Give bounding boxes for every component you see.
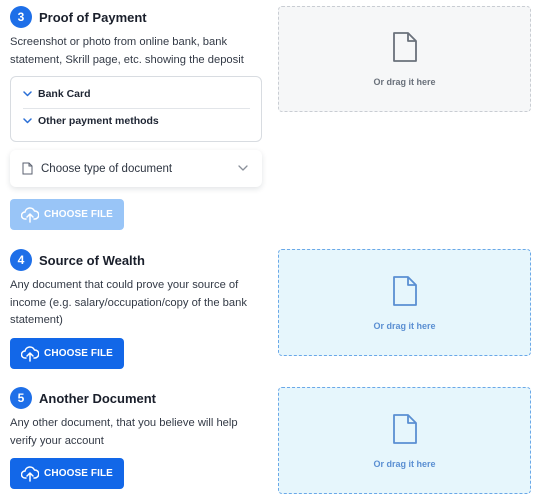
drop-zone-another[interactable]: Or drag it here (278, 387, 531, 494)
button-label: CHOOSE FILE (44, 468, 113, 479)
drop-zone-wealth[interactable]: Or drag it here (278, 249, 531, 356)
drop-zone-label: Or drag it here (373, 458, 436, 469)
step-number-badge: 3 (10, 6, 32, 28)
another-document-header: 5 Another Document (10, 387, 156, 409)
cloud-upload-icon (21, 206, 40, 223)
cloud-upload-icon (21, 465, 40, 482)
payment-methods-list: Bank Card Other payment methods (10, 76, 262, 142)
file-icon (392, 413, 417, 444)
method-other-payment[interactable]: Other payment methods (23, 115, 159, 127)
chevron-down-icon (23, 118, 32, 124)
step-number-badge: 5 (10, 387, 32, 409)
document-icon (22, 162, 33, 175)
button-label: CHOOSE FILE (44, 209, 113, 220)
choose-file-button-wealth[interactable]: CHOOSE FILE (10, 338, 124, 369)
method-label: Other payment methods (38, 115, 159, 127)
proof-of-payment-title: Proof of Payment (39, 9, 147, 25)
source-of-wealth-title: Source of Wealth (39, 252, 145, 268)
chevron-down-icon (23, 91, 32, 97)
method-bank-card[interactable]: Bank Card (23, 88, 91, 100)
select-placeholder: Choose type of document (41, 162, 173, 175)
choose-file-button-proof[interactable]: CHOOSE FILE (10, 199, 124, 230)
drop-zone-proof[interactable]: Or drag it here (278, 6, 531, 112)
choose-file-button-another[interactable]: CHOOSE FILE (10, 458, 124, 489)
proof-of-payment-description: Screenshot or photo from online bank, ba… (10, 36, 244, 66)
drop-zone-label: Or drag it here (373, 320, 436, 331)
another-document-description: Any other document, that you believe wil… (10, 417, 238, 447)
source-of-wealth-description: Any document that could prove your sourc… (10, 279, 247, 326)
drop-zone-label: Or drag it here (373, 77, 436, 87)
document-type-select[interactable]: Choose type of document (10, 150, 262, 187)
chevron-down-icon (238, 165, 248, 171)
method-label: Bank Card (38, 88, 91, 100)
step-number-badge: 4 (10, 249, 32, 271)
another-document-title: Another Document (39, 390, 156, 406)
button-label: CHOOSE FILE (44, 348, 113, 359)
source-of-wealth-header: 4 Source of Wealth (10, 249, 145, 271)
file-icon (392, 275, 417, 306)
cloud-upload-icon (21, 345, 40, 362)
divider (23, 108, 250, 109)
file-icon (392, 32, 417, 62)
proof-of-payment-header: 3 Proof of Payment (10, 6, 147, 28)
